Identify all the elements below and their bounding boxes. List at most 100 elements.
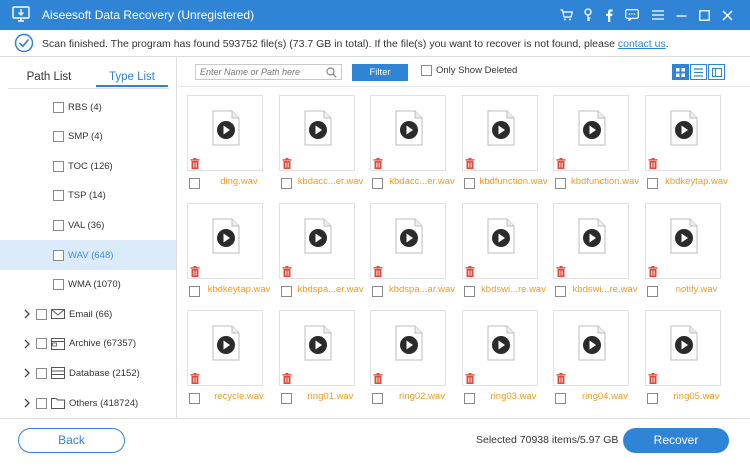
only-show-deleted-toggle[interactable]: Only Show Deleted	[421, 65, 517, 76]
file-tile[interactable]: ring05.wav	[636, 302, 728, 406]
tree-item-checkbox[interactable]	[53, 131, 64, 143]
tree-item-checkbox[interactable]	[53, 190, 64, 202]
file-checkbox[interactable]	[189, 178, 200, 189]
search-icon[interactable]	[326, 67, 337, 78]
tree-item[interactable]: VAL (36)	[0, 210, 176, 240]
thumbnail-view-button[interactable]	[672, 64, 689, 80]
file-tile[interactable]: kbdfunction.wav	[453, 87, 548, 191]
file-thumbnail[interactable]	[553, 310, 629, 386]
minimize-button[interactable]	[671, 5, 691, 25]
file-checkbox[interactable]	[555, 393, 566, 404]
chevron-right-icon[interactable]	[22, 398, 32, 408]
file-thumbnail[interactable]	[461, 202, 538, 279]
file-thumbnail[interactable]	[553, 202, 629, 279]
detail-view-button[interactable]	[708, 64, 725, 80]
file-checkbox[interactable]	[646, 285, 658, 297]
file-thumbnail[interactable]	[187, 202, 263, 279]
tree-item[interactable]: TSP (14)	[0, 181, 176, 211]
tree-category-checkbox[interactable]	[36, 367, 47, 379]
file-thumbnail[interactable]	[278, 310, 355, 386]
tab-path-list[interactable]: Path List	[14, 67, 84, 87]
file-checkbox[interactable]	[555, 178, 566, 189]
file-checkbox[interactable]	[280, 178, 292, 189]
file-thumbnail[interactable]	[370, 95, 446, 171]
tree-category-checkbox[interactable]	[36, 397, 47, 409]
file-checkbox[interactable]	[555, 285, 566, 297]
file-tile[interactable]: notify.wav	[636, 195, 728, 299]
file-thumbnail[interactable]	[278, 202, 355, 279]
maximize-button[interactable]	[694, 5, 714, 25]
file-tile[interactable]: kbdspa...er.wav	[270, 195, 364, 299]
file-thumbnail[interactable]	[461, 310, 538, 386]
tree-item[interactable]: WMA (1070)	[0, 270, 176, 300]
file-thumbnail[interactable]	[187, 310, 263, 386]
file-thumbnail[interactable]	[187, 95, 263, 171]
file-thumbnail[interactable]	[370, 310, 446, 386]
file-tile[interactable]: kbdswi...re.wav	[544, 195, 637, 299]
file-checkbox[interactable]	[463, 178, 475, 189]
tree-category-checkbox[interactable]	[36, 338, 47, 350]
file-thumbnail[interactable]	[644, 202, 721, 279]
file-tile[interactable]: ring03.wav	[453, 302, 545, 406]
tree-item-checkbox[interactable]	[53, 101, 64, 113]
file-tile[interactable]: kbdacc...er.wav	[361, 87, 455, 191]
tree-category[interactable]: Email (66)	[0, 299, 176, 329]
file-checkbox[interactable]	[372, 393, 383, 404]
cart-button[interactable]	[556, 5, 576, 25]
file-tile[interactable]: kbdfunction.wav	[544, 87, 639, 191]
file-thumbnail[interactable]	[461, 95, 538, 171]
tree-category[interactable]: Others (418724)	[0, 388, 176, 418]
file-checkbox[interactable]	[646, 178, 658, 189]
file-checkbox[interactable]	[463, 393, 475, 404]
tree-item-checkbox[interactable]	[53, 279, 64, 291]
file-checkbox[interactable]	[646, 393, 658, 404]
file-thumbnail[interactable]	[553, 95, 629, 171]
file-thumbnail[interactable]	[370, 202, 446, 279]
recover-button[interactable]: Recover	[623, 428, 729, 453]
register-button[interactable]	[578, 5, 598, 25]
tree-item[interactable]: SMP (4)	[0, 122, 176, 152]
file-checkbox[interactable]	[189, 393, 200, 404]
close-button[interactable]	[717, 5, 737, 25]
file-checkbox[interactable]	[280, 285, 292, 297]
tree-category-checkbox[interactable]	[36, 308, 47, 320]
file-tile[interactable]: kbdacc...er.wav	[270, 87, 363, 191]
list-view-button[interactable]	[690, 64, 707, 80]
file-checkbox[interactable]	[463, 285, 475, 297]
file-tile[interactable]: ring04.wav	[544, 302, 636, 406]
tab-type-list[interactable]: Type List	[96, 67, 168, 87]
menu-button[interactable]	[648, 5, 668, 25]
file-checkbox[interactable]	[189, 285, 200, 297]
tree-item-checkbox[interactable]	[53, 249, 64, 261]
chevron-right-icon[interactable]	[22, 339, 32, 349]
search-input[interactable]	[196, 65, 324, 79]
tree-item[interactable]: RBS (4)	[0, 94, 176, 122]
file-tile[interactable]: kbdspa...ar.wav	[361, 195, 455, 299]
tree-category[interactable]: Archive (67357)	[0, 329, 176, 359]
file-tile[interactable]: recycle.wav	[178, 302, 270, 406]
file-thumbnail[interactable]	[644, 310, 721, 386]
only-show-deleted-checkbox[interactable]	[421, 65, 432, 76]
file-tile[interactable]: kbdswi...re.wav	[453, 195, 546, 299]
back-button[interactable]: Back	[18, 428, 125, 453]
tree-item-checkbox[interactable]	[53, 219, 64, 231]
contact-us-link[interactable]: contact us	[618, 38, 666, 50]
feedback-button[interactable]	[622, 5, 642, 25]
file-checkbox[interactable]	[280, 393, 292, 404]
chevron-right-icon[interactable]	[22, 309, 32, 319]
tree-category[interactable]: Database (2152)	[0, 358, 176, 388]
file-checkbox[interactable]	[372, 285, 383, 297]
facebook-button[interactable]	[599, 5, 619, 25]
chevron-right-icon[interactable]	[22, 368, 32, 378]
tree-item-checkbox[interactable]	[53, 160, 64, 172]
file-thumbnail[interactable]	[644, 95, 721, 171]
tree-item[interactable]: TOC (126)	[0, 151, 176, 181]
filter-button[interactable]: Filter	[352, 64, 408, 81]
file-tile[interactable]: ring01.wav	[270, 302, 362, 406]
file-tile[interactable]: kbdkeytap.wav	[636, 87, 728, 191]
file-thumbnail[interactable]	[278, 95, 355, 171]
file-tile[interactable]: ring02.wav	[361, 302, 453, 406]
file-tile[interactable]: kbdkeytap.wav	[178, 195, 270, 299]
file-checkbox[interactable]	[372, 178, 383, 189]
file-tile[interactable]: ding.wav	[178, 87, 270, 191]
